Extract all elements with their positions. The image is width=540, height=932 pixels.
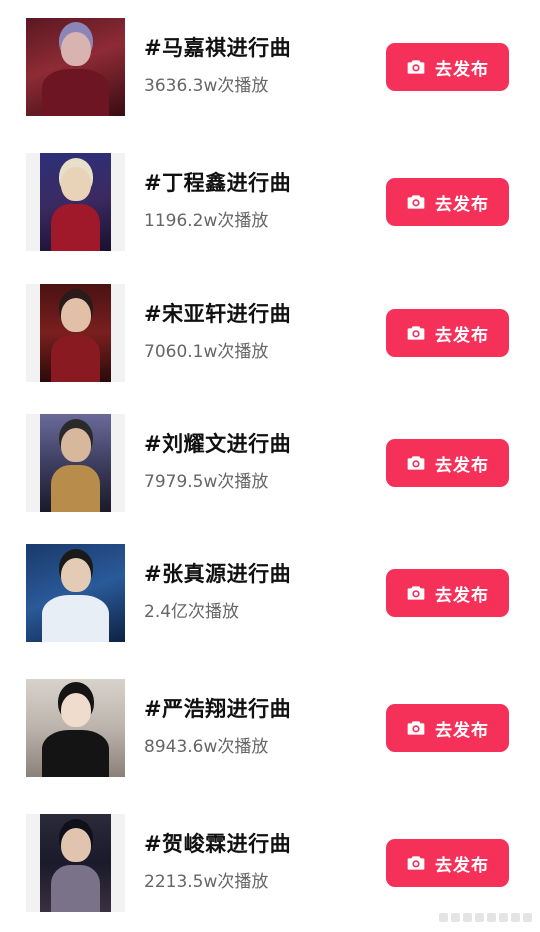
publish-button-label: 去发布 bbox=[435, 855, 489, 876]
camera-icon bbox=[407, 326, 425, 340]
play-count: 7060.1w次播放 bbox=[144, 342, 269, 362]
publish-button[interactable]: 去发布 bbox=[386, 43, 509, 91]
publish-button-label: 去发布 bbox=[435, 325, 489, 346]
publish-button[interactable]: 去发布 bbox=[386, 178, 509, 226]
topic-title[interactable]: #贺峻霖进行曲 bbox=[144, 828, 291, 858]
topic-thumbnail[interactable] bbox=[26, 18, 125, 116]
topic-title[interactable]: #张真源进行曲 bbox=[144, 558, 291, 588]
publish-button-label: 去发布 bbox=[435, 455, 489, 476]
topic-title[interactable]: #丁程鑫进行曲 bbox=[144, 167, 291, 197]
watermark bbox=[439, 913, 532, 922]
list-item[interactable]: #丁程鑫进行曲 1196.2w次播放 去发布 bbox=[0, 153, 540, 253]
topic-thumbnail[interactable] bbox=[26, 679, 125, 777]
publish-button[interactable]: 去发布 bbox=[386, 309, 509, 357]
topic-title[interactable]: #马嘉祺进行曲 bbox=[144, 32, 291, 62]
publish-button[interactable]: 去发布 bbox=[386, 569, 509, 617]
play-count: 3636.3w次播放 bbox=[144, 76, 269, 96]
play-count: 8943.6w次播放 bbox=[144, 737, 269, 757]
publish-button-label: 去发布 bbox=[435, 585, 489, 606]
topic-thumbnail[interactable] bbox=[26, 544, 125, 642]
publish-button-label: 去发布 bbox=[435, 194, 489, 215]
topic-thumbnail[interactable] bbox=[26, 153, 125, 251]
publish-button[interactable]: 去发布 bbox=[386, 704, 509, 752]
camera-icon bbox=[407, 60, 425, 74]
topic-thumbnail[interactable] bbox=[26, 414, 125, 512]
list-item[interactable]: #马嘉祺进行曲 3636.3w次播放 去发布 bbox=[0, 18, 540, 118]
camera-icon bbox=[407, 856, 425, 870]
topic-thumbnail[interactable] bbox=[26, 814, 125, 912]
camera-icon bbox=[407, 195, 425, 209]
camera-icon bbox=[407, 456, 425, 470]
play-count: 2.4亿次播放 bbox=[144, 602, 240, 622]
topic-title[interactable]: #宋亚轩进行曲 bbox=[144, 298, 291, 328]
topic-title[interactable]: #严浩翔进行曲 bbox=[144, 693, 291, 723]
camera-icon bbox=[407, 586, 425, 600]
publish-button[interactable]: 去发布 bbox=[386, 439, 509, 487]
list-item[interactable]: #严浩翔进行曲 8943.6w次播放 去发布 bbox=[0, 679, 540, 779]
list-item[interactable]: #刘耀文进行曲 7979.5w次播放 去发布 bbox=[0, 414, 540, 514]
camera-icon bbox=[407, 721, 425, 735]
list-item[interactable]: #张真源进行曲 2.4亿次播放 去发布 bbox=[0, 544, 540, 644]
list-item[interactable]: #贺峻霖进行曲 2213.5w次播放 去发布 bbox=[0, 814, 540, 914]
publish-button[interactable]: 去发布 bbox=[386, 839, 509, 887]
topic-title[interactable]: #刘耀文进行曲 bbox=[144, 428, 291, 458]
play-count: 1196.2w次播放 bbox=[144, 211, 269, 231]
publish-button-label: 去发布 bbox=[435, 720, 489, 741]
topic-thumbnail[interactable] bbox=[26, 284, 125, 382]
play-count: 2213.5w次播放 bbox=[144, 872, 269, 892]
publish-button-label: 去发布 bbox=[435, 59, 489, 80]
play-count: 7979.5w次播放 bbox=[144, 472, 269, 492]
list-item[interactable]: #宋亚轩进行曲 7060.1w次播放 去发布 bbox=[0, 284, 540, 384]
